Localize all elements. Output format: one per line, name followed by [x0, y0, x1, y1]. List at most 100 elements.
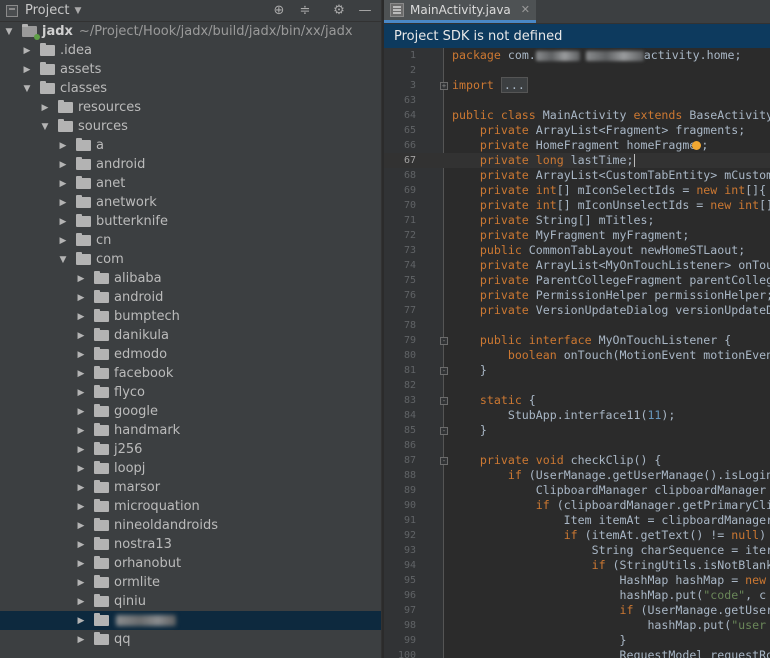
expand-arrow-right-icon[interactable]: ▶ — [76, 350, 86, 360]
code-line[interactable]: 83 - static { — [384, 393, 770, 408]
tree-node[interactable]: ▶ a — [0, 136, 381, 155]
code-line[interactable]: 84 StubApp.interface11(11); — [384, 408, 770, 423]
minimize-icon[interactable]: — — [357, 3, 373, 19]
code-line[interactable]: 1 package com. activity.home; — [384, 48, 770, 63]
code-line[interactable]: 2 — [384, 63, 770, 78]
code-line[interactable]: 98 hashMap.put("user — [384, 618, 770, 633]
code-line[interactable]: 82 — [384, 378, 770, 393]
tree-node[interactable]: ▶ google — [0, 402, 381, 421]
tree-node[interactable]: ▼ classes — [0, 79, 381, 98]
code-line[interactable]: 85 - } — [384, 423, 770, 438]
code-line[interactable]: 71 private String[] mTitles; — [384, 213, 770, 228]
expand-arrow-right-icon[interactable]: ▶ — [76, 369, 86, 379]
code-line[interactable]: 76 private PermissionHelper permissionHe… — [384, 288, 770, 303]
expand-arrow-right-icon[interactable]: ▶ — [22, 46, 32, 56]
tree-node[interactable]: ▶ .idea — [0, 41, 381, 60]
expand-arrow-right-icon[interactable]: ▶ — [76, 483, 86, 493]
code-line[interactable]: 90 if (clipboardManager.getPrimaryCli — [384, 498, 770, 513]
tree-node[interactable]: ▶ ormlite — [0, 573, 381, 592]
tree-node[interactable]: ▶ qq — [0, 630, 381, 649]
tree-node[interactable]: ▼ jadx ~/Project/Hook/jadx/build/jadx/bin/… — [0, 22, 381, 41]
gear-icon[interactable]: ⚙ — [331, 3, 347, 19]
tree-node[interactable]: ▶ butterknife — [0, 212, 381, 231]
tree-node[interactable]: ▼ sources — [0, 117, 381, 136]
tree-node[interactable]: ▶ android — [0, 288, 381, 307]
code-line[interactable]: 67 private long lastTime; — [384, 153, 770, 168]
expand-arrow-right-icon[interactable]: ▶ — [76, 578, 86, 588]
tree-node[interactable]: ▶ facebook — [0, 364, 381, 383]
fold-collapse-icon[interactable]: - — [440, 367, 448, 375]
code-line[interactable]: 80 boolean onTouch(MotionEvent motionEve… — [384, 348, 770, 363]
dropdown-caret-icon[interactable]: ▼ — [74, 6, 81, 16]
fold-collapse-icon[interactable]: - — [440, 457, 448, 465]
expand-arrow-right-icon[interactable]: ▶ — [58, 236, 68, 246]
expand-arrow-right-icon[interactable]: ▶ — [76, 616, 86, 626]
code-line[interactable]: 66 private HomeFragment homeFragme; — [384, 138, 770, 153]
tree-node[interactable]: ▶ nostra13 — [0, 535, 381, 554]
code-line[interactable]: 89 ClipboardManager clipboardManager — [384, 483, 770, 498]
expand-arrow-right-icon[interactable]: ▶ — [76, 502, 86, 512]
expand-arrow-right-icon[interactable]: ▶ — [76, 540, 86, 550]
fold-collapse-icon[interactable]: - — [440, 427, 448, 435]
tree-node[interactable]: ▶ anetwork — [0, 193, 381, 212]
code-line[interactable]: 64 public class MainActivity extends Base… — [384, 108, 770, 123]
expand-arrow-right-icon[interactable]: ▶ — [76, 559, 86, 569]
code-line[interactable]: 99 } — [384, 633, 770, 648]
expand-arrow-down-icon[interactable]: ▼ — [22, 84, 32, 94]
code-line[interactable]: 95 HashMap hashMap = new — [384, 573, 770, 588]
tree-node[interactable]: ▶ loopj — [0, 459, 381, 478]
tree-node[interactable]: ▶ nineoldandroids — [0, 516, 381, 535]
code-line[interactable]: 87 - private void checkClip() { — [384, 453, 770, 468]
tree-node[interactable]: ▶ handmark — [0, 421, 381, 440]
code-line[interactable]: 73 public CommonTabLayout newHomeSTLaout… — [384, 243, 770, 258]
expand-arrow-right-icon[interactable]: ▶ — [76, 521, 86, 531]
expand-arrow-right-icon[interactable]: ▶ — [76, 274, 86, 284]
tree-node[interactable]: ▶ — [0, 611, 381, 630]
tree-node[interactable]: ▶ bumptech — [0, 307, 381, 326]
expand-arrow-right-icon[interactable]: ▶ — [40, 103, 50, 113]
tree-node[interactable]: ▶ resources — [0, 98, 381, 117]
expand-arrow-right-icon[interactable]: ▶ — [76, 426, 86, 436]
tree-node[interactable]: ▶ alibaba — [0, 269, 381, 288]
code-line[interactable]: 91 Item itemAt = clipboardManager — [384, 513, 770, 528]
fold-expand-icon[interactable]: + — [440, 82, 448, 90]
tree-node[interactable]: ▶ flyco — [0, 383, 381, 402]
code-line[interactable]: 92 if (itemAt.getText() != null) — [384, 528, 770, 543]
close-icon[interactable]: ✕ — [521, 3, 530, 16]
tree-node[interactable]: ▶ anet — [0, 174, 381, 193]
expand-arrow-right-icon[interactable]: ▶ — [76, 331, 86, 341]
fold-collapse-icon[interactable]: - — [440, 397, 448, 405]
code-line[interactable]: 96 hashMap.put("code", c — [384, 588, 770, 603]
expand-arrow-right-icon[interactable]: ▶ — [58, 160, 68, 170]
expand-arrow-right-icon[interactable]: ▶ — [76, 312, 86, 322]
expand-arrow-right-icon[interactable]: ▶ — [76, 445, 86, 455]
code-line[interactable]: 94 if (StringUtils.isNotBlank — [384, 558, 770, 573]
expand-arrow-right-icon[interactable]: ▶ — [76, 597, 86, 607]
tree-node[interactable]: ▶ orhanobut — [0, 554, 381, 573]
tree-node[interactable]: ▶ danikula — [0, 326, 381, 345]
code-line[interactable]: 79 - public interface MyOnTouchListener { — [384, 333, 770, 348]
code-line[interactable]: 86 — [384, 438, 770, 453]
tree-node[interactable]: ▶ android — [0, 155, 381, 174]
code-line[interactable]: 77 private VersionUpdateDialog versionUp… — [384, 303, 770, 318]
tree-node[interactable]: ▶ marsor — [0, 478, 381, 497]
code-line[interactable]: 81 - } — [384, 363, 770, 378]
code-line[interactable]: 78 — [384, 318, 770, 333]
expand-arrow-right-icon[interactable]: ▶ — [76, 464, 86, 474]
expand-arrow-right-icon[interactable]: ▶ — [76, 388, 86, 398]
code-line[interactable]: 72 private MyFragment myFragment; — [384, 228, 770, 243]
expand-arrow-right-icon[interactable]: ▶ — [76, 635, 86, 645]
expand-arrow-right-icon[interactable]: ▶ — [58, 141, 68, 151]
expand-arrow-right-icon[interactable]: ▶ — [58, 179, 68, 189]
tree-node[interactable]: ▶ cn — [0, 231, 381, 250]
expand-arrow-down-icon[interactable]: ▼ — [40, 122, 50, 132]
code-line[interactable]: 63 — [384, 93, 770, 108]
tree-node[interactable]: ▶ qiniu — [0, 592, 381, 611]
code-line[interactable]: 88 if (UserManage.getUserManage().isLogi… — [384, 468, 770, 483]
code-line[interactable]: 68 private ArrayList<CustomTabEntity> mC… — [384, 168, 770, 183]
code-area[interactable]: 1 package com. activity.home; 2 3 + import ...… — [384, 48, 770, 658]
code-line[interactable]: 74 private ArrayList<MyOnTouchListener> … — [384, 258, 770, 273]
expand-arrow-right-icon[interactable]: ▶ — [58, 217, 68, 227]
code-line[interactable]: 3 + import ... — [384, 77, 770, 93]
code-line[interactable]: 97 if (UserManage.getUser — [384, 603, 770, 618]
